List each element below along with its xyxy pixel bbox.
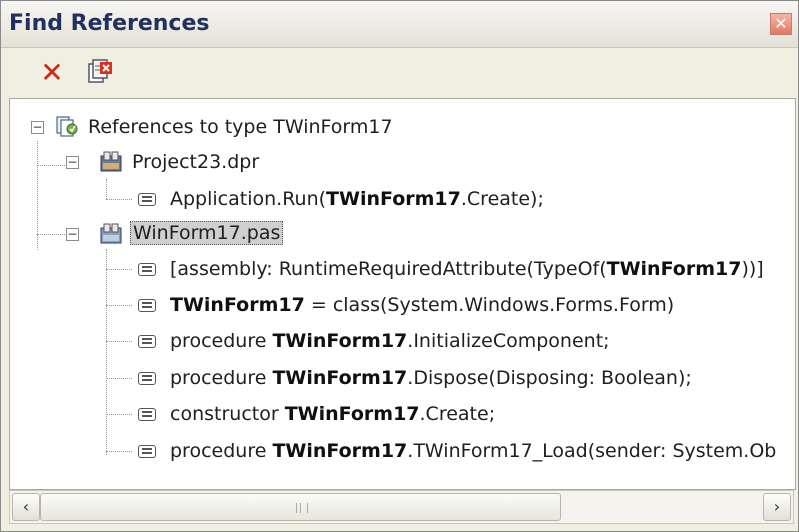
code-line-icon (138, 299, 156, 312)
collapse-toggle[interactable]: − (66, 156, 79, 169)
clear-all-button[interactable]: ✕ (37, 58, 67, 88)
project-file-label: Project23.dpr (132, 151, 260, 173)
reference-text: constructor TWinForm17.Create; (170, 403, 496, 425)
chevron-left-icon: ‹ (22, 497, 30, 516)
project-file-icon (100, 151, 122, 172)
panel-title: Find References (9, 11, 210, 36)
unit-file-icon (100, 223, 122, 244)
code-line-icon (138, 193, 156, 206)
code-line-icon (138, 335, 156, 348)
scroll-right-button[interactable]: › (763, 493, 791, 521)
unit-file-label: WinForm17.pas (130, 221, 284, 245)
reference-item[interactable]: procedure TWinForm17.TWinForm17_Load(sen… (10, 435, 795, 469)
horizontal-scrollbar[interactable]: ‹ › (9, 490, 794, 524)
reference-item[interactable]: procedure TWinForm17.InitializeComponent… (10, 325, 795, 359)
chevron-right-icon: › (773, 497, 781, 516)
tree-root-node[interactable]: − References to type TWinForm17 (10, 111, 795, 145)
grip-icon (295, 503, 308, 513)
tree-root-label: References to type TWinForm17 (88, 116, 393, 138)
remove-reference-button[interactable] (85, 58, 115, 88)
code-line-icon (138, 445, 156, 458)
panel-title-bar: Find References ✕ (1, 1, 798, 48)
reference-item[interactable]: [assembly: RuntimeRequiredAttribute(Type… (10, 253, 795, 287)
reference-item[interactable]: Application.Run(TWinForm17.Create); (10, 183, 795, 217)
close-button[interactable]: ✕ (770, 13, 792, 35)
find-references-panel: Find References ✕ ✕ − References to type… (0, 0, 799, 532)
code-line-icon (138, 372, 156, 385)
clear-all-icon: ✕ (40, 56, 64, 89)
tree-node-unit[interactable]: − WinForm17.pas (10, 218, 795, 252)
scroll-left-button[interactable]: ‹ (12, 493, 40, 521)
references-icon (56, 116, 78, 137)
code-line-icon (138, 263, 156, 276)
remove-reference-icon (88, 59, 112, 83)
references-tree[interactable]: − References to type TWinForm17 − Projec… (9, 98, 796, 490)
reference-text: procedure TWinForm17.Dispose(Disposing: … (170, 367, 692, 389)
reference-text: procedure TWinForm17.InitializeComponent… (170, 330, 610, 352)
reference-item[interactable]: constructor TWinForm17.Create; (10, 398, 795, 432)
toolbar: ✕ (1, 48, 798, 96)
tree-node-project[interactable]: − Project23.dpr (10, 146, 795, 180)
reference-item[interactable]: TWinForm17 = class(System.Windows.Forms.… (10, 289, 795, 323)
close-icon: ✕ (774, 14, 788, 33)
code-line-icon (138, 408, 156, 421)
collapse-toggle[interactable]: − (31, 121, 44, 134)
scrollbar-thumb[interactable] (40, 493, 561, 521)
reference-text: Application.Run(TWinForm17.Create); (170, 188, 544, 210)
reference-text: [assembly: RuntimeRequiredAttribute(Type… (170, 258, 764, 280)
collapse-toggle[interactable]: − (66, 228, 79, 241)
reference-item[interactable]: procedure TWinForm17.Dispose(Disposing: … (10, 362, 795, 396)
reference-text: procedure TWinForm17.TWinForm17_Load(sen… (170, 440, 777, 462)
reference-text: TWinForm17 = class(System.Windows.Forms.… (170, 294, 675, 316)
